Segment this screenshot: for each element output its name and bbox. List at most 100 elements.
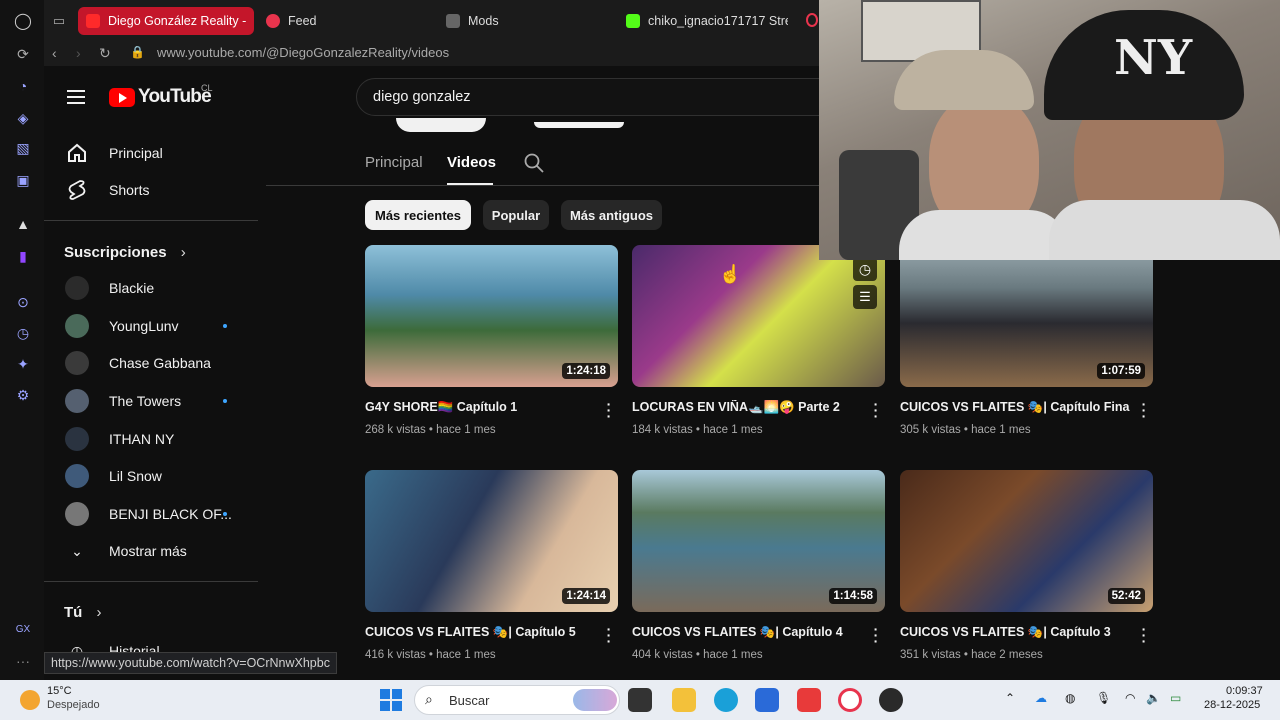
onedrive-icon[interactable]: ☁ bbox=[1035, 691, 1047, 705]
edge-icon[interactable] bbox=[714, 688, 738, 712]
video-title[interactable]: CUICOS VS FLAITES 🎭| Capítulo 4 bbox=[632, 625, 862, 640]
more-actions-icon[interactable]: · · · bbox=[873, 622, 879, 648]
opera-gx-icon[interactable] bbox=[838, 688, 862, 712]
chevron-up-icon[interactable]: ⌃ bbox=[1005, 691, 1015, 705]
settings-icon[interactable]: ⚙ bbox=[14, 386, 32, 404]
browser-tab-kick[interactable]: chiko_ignacio171717 Stre bbox=[618, 7, 788, 35]
weather-temp[interactable]: 15°C bbox=[47, 685, 72, 697]
more-actions-icon[interactable]: · · · bbox=[873, 397, 879, 423]
search-icon[interactable] bbox=[524, 153, 544, 178]
reload-icon[interactable]: ↻ bbox=[99, 45, 111, 62]
back-icon[interactable]: ‹ bbox=[52, 45, 57, 61]
add-to-queue-icon[interactable]: ☰ bbox=[853, 285, 877, 309]
battery-icon[interactable]: ▭ bbox=[1170, 691, 1181, 705]
weather-icon[interactable] bbox=[20, 690, 40, 710]
subscription-item[interactable]: Blackie bbox=[64, 273, 154, 303]
you-title: Tú bbox=[64, 604, 83, 621]
weather-desc[interactable]: Despejado bbox=[47, 699, 100, 711]
reload-icon[interactable]: ⟳ bbox=[14, 45, 32, 63]
mods-icon bbox=[446, 14, 460, 28]
clock-date[interactable]: 28-12-2025 bbox=[1204, 699, 1260, 711]
more-actions-icon[interactable]: · · · bbox=[606, 622, 612, 648]
twitch-icon[interactable]: ▮ bbox=[14, 247, 32, 265]
video-thumbnail[interactable]: 1:14:58 bbox=[632, 470, 885, 612]
subscription-item[interactable]: ITHAN NY bbox=[64, 424, 174, 454]
pinboard-icon[interactable]: ▧ bbox=[14, 139, 32, 157]
obs-icon[interactable] bbox=[879, 688, 903, 712]
workspaces-icon[interactable]: ▭ bbox=[50, 12, 68, 30]
tab-principal[interactable]: Principal bbox=[365, 154, 423, 171]
show-more-button[interactable]: ⌄ Mostrar más bbox=[64, 536, 187, 566]
guide-item-principal[interactable]: Principal bbox=[64, 138, 163, 168]
more-actions-icon[interactable]: · · · bbox=[1141, 397, 1147, 423]
clock-time[interactable]: 0:09:37 bbox=[1226, 685, 1263, 697]
subscription-item[interactable]: BENJI BLACK OF... bbox=[64, 499, 232, 529]
more-actions-icon[interactable]: · · · bbox=[606, 397, 612, 423]
start-icon[interactable] bbox=[380, 689, 402, 711]
youtube-logo-icon[interactable] bbox=[109, 88, 135, 107]
history-icon[interactable]: ◷ bbox=[14, 324, 32, 342]
video-title[interactable]: G4Y SHORE🏳️‍🌈 Capítulo 1 bbox=[365, 400, 595, 415]
tab-videos[interactable]: Videos bbox=[447, 154, 496, 171]
aria-icon[interactable]: ◔ bbox=[14, 77, 32, 95]
subscription-item[interactable]: Chase Gabbana bbox=[64, 348, 211, 378]
winrar-icon[interactable] bbox=[797, 688, 821, 712]
opera-tab-icon[interactable] bbox=[806, 13, 818, 27]
video-title[interactable]: CUICOS VS FLAITES 🎭| Capítulo 3 bbox=[900, 625, 1130, 640]
menu-icon[interactable] bbox=[67, 90, 85, 104]
avatar bbox=[65, 427, 89, 451]
extensions-icon[interactable]: ✦ bbox=[14, 355, 32, 373]
browser-tab-mods[interactable]: Mods bbox=[438, 7, 608, 35]
video-thumbnail[interactable]: 1:24:18 bbox=[365, 245, 618, 387]
video-duration: 1:07:59 bbox=[1097, 363, 1145, 379]
browser-tab-youtube[interactable]: Diego González Reality - bbox=[78, 7, 254, 35]
browser-tab-feed[interactable]: Feed bbox=[258, 7, 428, 35]
crypto-wallet-icon[interactable]: ◈ bbox=[14, 109, 32, 127]
more-icon[interactable]: ··· bbox=[14, 652, 32, 670]
search-input[interactable]: diego gonzalez bbox=[356, 78, 836, 116]
subscription-item[interactable]: The Towers bbox=[64, 386, 181, 416]
guide-item-shorts[interactable]: Shorts bbox=[64, 175, 149, 205]
file-explorer-icon[interactable] bbox=[672, 688, 696, 712]
forward-icon[interactable]: › bbox=[76, 45, 81, 61]
subscribe-button-edge bbox=[534, 122, 624, 128]
wifi-icon[interactable]: ◠ bbox=[1125, 691, 1135, 705]
more-actions-icon[interactable]: · · · bbox=[1141, 622, 1147, 648]
video-title[interactable]: CUICOS VS FLAITES 🎭| Capítulo Final bbox=[900, 400, 1130, 415]
volume-icon[interactable]: 🔈 bbox=[1146, 691, 1161, 705]
subscription-label: Blackie bbox=[109, 280, 155, 296]
video-thumbnail[interactable]: ◷ ☰ bbox=[632, 245, 885, 387]
subscription-item[interactable]: YoungLunv bbox=[64, 311, 179, 341]
watch-later-icon[interactable]: ◷ bbox=[853, 257, 877, 281]
video-thumbnail[interactable]: 1:24:14 bbox=[365, 470, 618, 612]
subscriptions-heading[interactable]: Suscripciones › bbox=[64, 244, 186, 261]
hand-cursor-icon: ☝ bbox=[719, 264, 742, 284]
url-text[interactable]: www.youtube.com/@DiegoGonzalezReality/vi… bbox=[157, 45, 449, 60]
video-title[interactable]: CUICOS VS FLAITES 🎭| Capítulo 5 bbox=[365, 625, 595, 640]
chip-mas-antiguos[interactable]: Más antiguos bbox=[561, 200, 662, 230]
youtube-logo-text[interactable]: YouTube bbox=[138, 86, 212, 108]
player-icon[interactable]: ⊙ bbox=[14, 293, 32, 311]
subscription-item[interactable]: Lil Snow bbox=[64, 461, 162, 491]
gx-icon[interactable]: GX bbox=[14, 620, 32, 638]
chip-mas-recientes[interactable]: Más recientes bbox=[365, 200, 471, 230]
opera-logo-icon[interactable]: ◯ bbox=[14, 12, 32, 30]
scroll-up-icon[interactable]: ⌃ bbox=[256, 128, 265, 133]
video-title[interactable]: LOCURAS EN VIÑA🛥️🌅🤪 Parte 2 bbox=[632, 400, 862, 415]
flow-icon[interactable]: ▲ bbox=[14, 215, 32, 233]
video-thumbnail[interactable]: 1:07:59 bbox=[900, 245, 1153, 387]
you-heading[interactable]: Tú › bbox=[64, 604, 102, 621]
taskbar-search[interactable]: ⌕ Buscar bbox=[414, 685, 620, 715]
chip-popular[interactable]: Popular bbox=[483, 200, 549, 230]
guide-divider bbox=[44, 581, 258, 582]
task-view-icon[interactable] bbox=[628, 688, 652, 712]
video-duration: 1:24:14 bbox=[562, 588, 610, 604]
subscription-label: Lil Snow bbox=[109, 468, 162, 484]
messenger-icon[interactable]: ▣ bbox=[14, 171, 32, 189]
vpn-icon[interactable]: ◍ bbox=[1065, 691, 1075, 705]
store-icon[interactable] bbox=[755, 688, 779, 712]
video-meta: 184 k vistas • hace 1 mes bbox=[632, 424, 763, 436]
video-thumbnail[interactable]: 52:42 bbox=[900, 470, 1153, 612]
microphone-icon[interactable]: 🎙 bbox=[1096, 691, 1111, 705]
tabs-divider bbox=[266, 185, 820, 186]
